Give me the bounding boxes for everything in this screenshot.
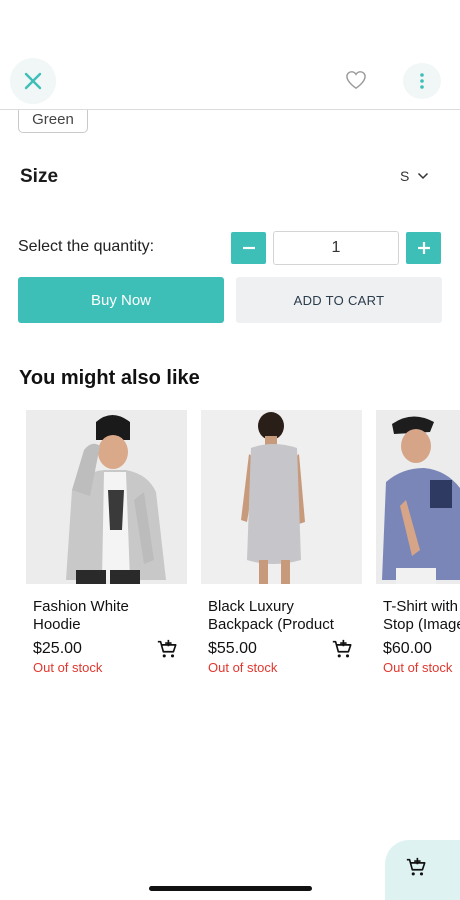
quantity-increase-button[interactable]	[406, 232, 441, 264]
color-option-label: Green	[32, 111, 74, 128]
product-card[interactable]: Fashion White Hoodie $25.00 Out of stock	[26, 410, 187, 680]
product-card[interactable]: Black Luxury Backpack (Product $55.00 Ou…	[201, 410, 362, 680]
product-image[interactable]	[26, 410, 187, 584]
top-app-bar	[0, 0, 460, 110]
size-dropdown[interactable]: S	[400, 168, 429, 184]
quantity-input[interactable]	[273, 231, 399, 265]
favorite-button[interactable]	[340, 64, 372, 96]
cart-plus-icon	[332, 639, 352, 658]
product-name: Fashion White Hoodie	[33, 598, 129, 633]
add-to-cart-icon-button[interactable]	[331, 638, 353, 660]
more-vertical-icon	[420, 73, 424, 89]
plus-icon	[417, 242, 430, 254]
product-image[interactable]	[201, 410, 362, 584]
add-to-cart-icon-button[interactable]	[156, 638, 178, 660]
cart-plus-icon	[406, 857, 426, 876]
product-card[interactable]: T-Shirt with Stop (Image $60.00 Out of s…	[376, 410, 460, 680]
quantity-decrease-button[interactable]	[231, 232, 266, 264]
heart-outline-icon	[346, 71, 366, 90]
product-image[interactable]	[376, 410, 460, 584]
recommendations-carousel[interactable]: Fashion White Hoodie $25.00 Out of stock	[0, 410, 460, 690]
product-price: $55.00	[208, 640, 257, 657]
stock-status: Out of stock	[33, 660, 103, 675]
cart-plus-icon	[157, 639, 177, 658]
floating-cart-button[interactable]	[385, 840, 460, 900]
product-price: $25.00	[33, 640, 82, 657]
quantity-label: Select the quantity:	[18, 238, 155, 255]
chevron-down-icon	[418, 172, 429, 180]
product-name: T-Shirt with Stop (Image	[383, 598, 460, 633]
product-price: $60.00	[383, 640, 432, 657]
size-label: Size	[20, 166, 59, 187]
close-button[interactable]	[10, 58, 56, 104]
buy-now-button[interactable]: Buy Now	[18, 277, 224, 323]
more-options-button[interactable]	[403, 63, 441, 99]
product-name: Black Luxury Backpack (Product	[208, 598, 334, 633]
minus-icon	[242, 246, 255, 250]
add-to-cart-button[interactable]: ADD TO CART	[236, 277, 442, 323]
close-icon	[24, 72, 42, 90]
stock-status: Out of stock	[208, 660, 278, 675]
recommendations-title: You might also like	[19, 367, 200, 389]
size-selected-value: S	[400, 168, 410, 184]
stock-status: Out of stock	[383, 660, 453, 675]
home-indicator	[149, 886, 312, 891]
